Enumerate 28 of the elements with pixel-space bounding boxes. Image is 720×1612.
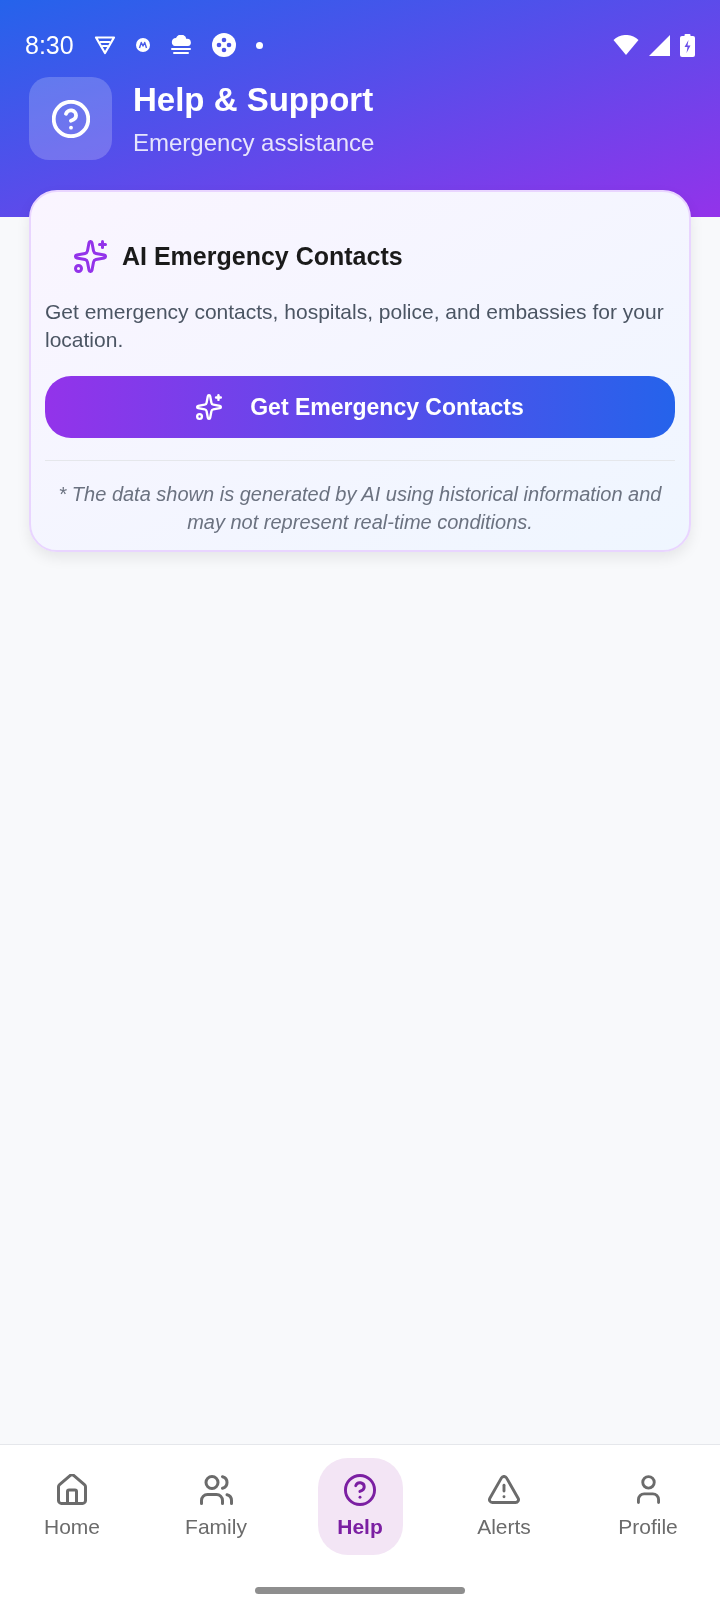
gamepad-icon <box>211 33 236 57</box>
fog-icon <box>169 35 192 55</box>
users-icon <box>199 1474 233 1505</box>
warning-icon <box>488 1475 520 1504</box>
battery-icon <box>680 33 695 57</box>
nav-item[interactable]: Profile <box>605 1458 691 1555</box>
card-description: Get emergency contacts, hospitals, police, and embassies for your location. <box>45 299 665 353</box>
nav-item[interactable]: Family <box>173 1458 259 1555</box>
nav-item[interactable]: Alerts <box>461 1458 547 1555</box>
dot-icon <box>255 41 263 49</box>
disclaimer-text: * The data shown is generated by AI using historical information and may not represent real-time conditions. <box>57 482 663 535</box>
triangle-icon <box>93 35 116 55</box>
help-icon <box>29 77 112 160</box>
card-title: AI Emergency Contacts <box>122 241 403 272</box>
page-title: Help & Support <box>133 79 375 120</box>
sparkles-icon <box>196 394 223 420</box>
help-icon <box>344 1473 376 1506</box>
wifi-icon <box>613 35 639 55</box>
circle-logo-icon <box>135 38 150 52</box>
nav-item[interactable]: Home <box>29 1458 115 1555</box>
signal-icon <box>649 34 670 56</box>
home-icon <box>57 1474 87 1505</box>
sparkles-icon <box>74 240 107 273</box>
user-icon <box>636 1475 660 1504</box>
nav-item[interactable]: Help <box>317 1458 403 1555</box>
status-time: 8:30 <box>25 30 74 60</box>
get-contacts-button[interactable]: Get Emergency Contacts <box>45 376 675 438</box>
page-subtitle: Emergency assistance <box>133 127 375 158</box>
